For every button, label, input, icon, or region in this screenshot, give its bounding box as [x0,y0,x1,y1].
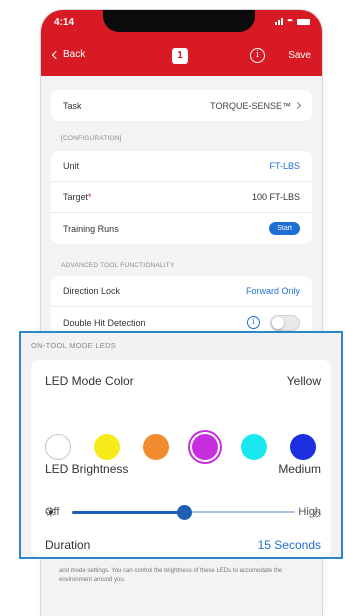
target-label: Target [63,192,89,202]
unit-row[interactable]: Unit FT-LBS [51,151,312,182]
led-card: LED Mode Color Yellow LED Brightness Med… [31,360,331,557]
duration-label: Duration [45,538,91,552]
back-button[interactable]: Back [51,49,86,60]
unit-value: FT-LBS [269,161,300,171]
system-icons [275,18,310,25]
double-hit-toggle[interactable] [270,314,300,331]
slider-track-filled [72,511,184,514]
advanced-card: Direction Lock Forward Only Double Hit D… [51,276,312,338]
configuration-card: Unit FT-LBS Target* 100 FT-LBS Training … [51,151,312,244]
color-swatch[interactable] [143,434,169,460]
color-swatch[interactable] [290,434,316,460]
info-icon[interactable]: i [250,48,265,63]
step-badge: 1 [172,48,188,64]
brightness-min-label: Off [45,506,60,518]
color-swatches [45,434,323,462]
direction-lock-label: Direction Lock [63,286,121,296]
led-brightness-row: LED Brightness Medium [45,462,321,476]
chevron-left-icon [51,50,61,59]
led-mode-color-value: Yellow [286,374,321,388]
unit-label: Unit [63,161,80,171]
led-brightness-label: LED Brightness [45,462,129,476]
direction-lock-row[interactable]: Direction Lock Forward Only [51,276,312,307]
led-mode-color-label: LED Mode Color [45,374,134,388]
training-runs-label: Training Runs [63,223,119,234]
brightness-slider[interactable]: ☀ ☼ [45,505,323,520]
task-card: Task TORQUE-SENSE™ [51,90,312,121]
device-notch [103,10,255,32]
task-value: TORQUE-SENSE™ [210,100,291,111]
slider-thumb[interactable] [176,505,192,520]
target-value: 100 FT-LBS [251,192,300,202]
color-swatch[interactable] [94,434,120,460]
color-swatch[interactable] [241,434,267,460]
advanced-section-title: ADVANCED TOOL FUNCTIONALITY [61,262,175,269]
duration-value: 15 Seconds [257,538,321,552]
save-button[interactable]: Save [288,50,311,61]
target-row[interactable]: Target* 100 FT-LBS [51,182,312,213]
chevron-right-icon [293,101,302,110]
configuration-section-title: [CONFIGURATION] [61,135,122,142]
double-hit-label: Double Hit Detection [63,317,146,328]
led-description: and mode settings. You can control the b… [59,568,283,583]
info-icon[interactable]: i [247,316,260,329]
slider-track-empty [183,511,295,513]
back-label: Back [63,49,86,60]
led-brightness-value: Medium [278,462,321,476]
color-swatch[interactable] [45,434,71,460]
task-row[interactable]: Task TORQUE-SENSE™ [51,90,312,121]
color-swatch[interactable] [192,434,218,460]
brightness-max-label: High [298,506,321,518]
nav-bar: Back 1 i Save [41,36,322,76]
led-section-title: ON-TOOL MODE LEDS [31,341,117,350]
signal-icon [275,18,283,25]
led-settings-highlight: ON-TOOL MODE LEDS LED Mode Color Yellow … [19,331,343,559]
wifi-icon [286,18,294,25]
direction-lock-value: Forward Only [245,286,300,296]
led-mode-color-row[interactable]: LED Mode Color Yellow [45,374,321,388]
training-runs-row: Training Runs Start [51,213,312,244]
required-marker: * [88,192,92,202]
start-training-button[interactable]: Start [269,222,300,235]
duration-row[interactable]: Duration 15 Seconds [45,538,321,552]
status-time: 4:14 [54,17,75,28]
battery-icon [297,18,310,25]
task-label: Task [63,100,82,111]
